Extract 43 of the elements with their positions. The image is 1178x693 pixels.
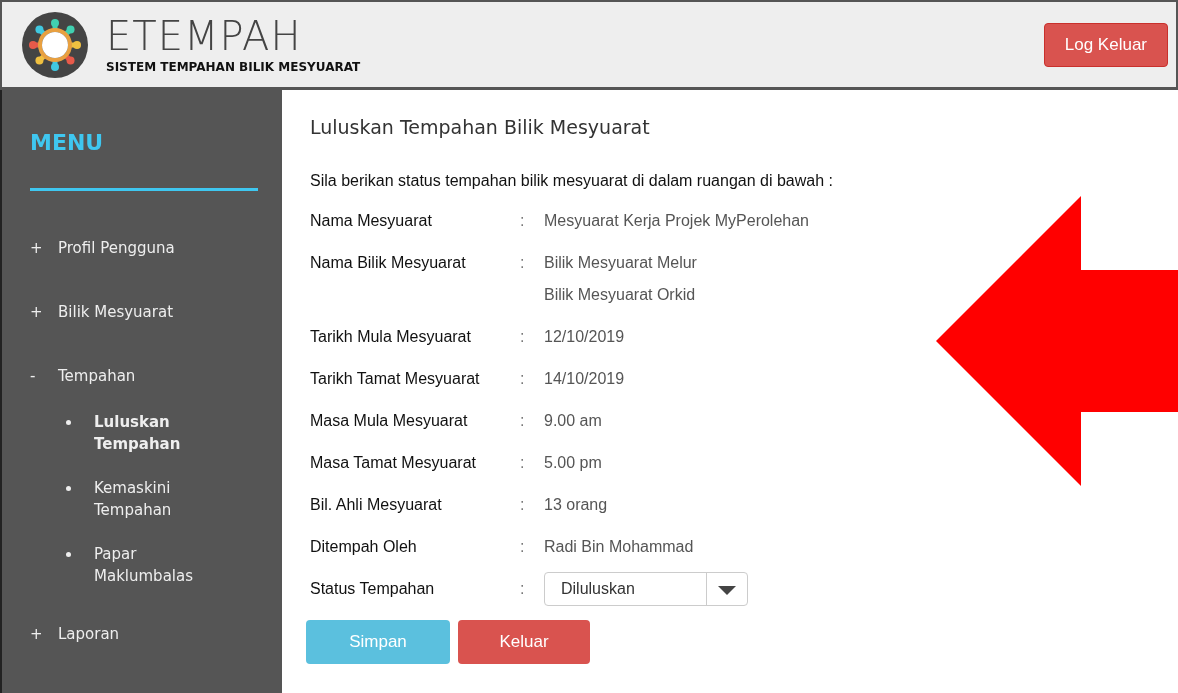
field-value: Bilik Mesyuarat Orkid [544,286,697,304]
logo-subtitle: SISTEM TEMPAHAN BILIK MESYUARAT [106,59,362,74]
separator-text: : [520,580,526,598]
field-label: Bil. Ahli Mesyuarat [310,496,443,514]
separator-text: : [520,538,526,556]
logout-button[interactable]: Log Keluar [1043,22,1168,67]
field-label: Masa Mula Mesyuarat [310,412,469,430]
menu-item[interactable]: + Bilik Mesyuarat [30,303,260,321]
menu-item[interactable]: + Profil Pengguna [30,239,260,257]
submenu-item[interactable]: Papar Maklumbalas [66,543,260,587]
separator-text: : [520,254,526,273]
separator-text: : [520,328,526,346]
field-label: Nama Bilik Mesyuarat [310,254,467,273]
field-value: 12/10/2019 [544,328,626,346]
logo-title: ETEMPAH [106,15,303,56]
field-value: 14/10/2019 [544,370,626,388]
field-value: Bilik Mesyuarat Melur [544,254,698,272]
instruction-text: Sila berikan status tempahan bilik mesyuarat di dalam ruangan di bawah : [310,172,834,190]
field-value: 9.00 am [544,412,603,430]
submenu-item[interactable]: Luluskan Tempahan [66,411,260,455]
separator-text: : [520,412,526,430]
field-label: Nama Mesyuarat [310,212,433,230]
field-label: Tarikh Mula Mesyuarat [310,328,472,346]
status-dropdown[interactable]: Diluluskan [544,572,748,606]
menu-item[interactable]: + Laporan [30,625,260,643]
menu-title: MENU [30,130,258,191]
menu-item[interactable]: - Tempahan [30,367,260,385]
logo-icon [22,11,88,78]
field-label: Tarikh Tamat Mesyuarat [310,370,481,388]
field-value: Mesyuarat Kerja Projek MyPerolehan [544,212,810,230]
separator-text: : [520,370,526,388]
field-value: Radi Bin Mohammad [544,538,695,556]
field-label: Ditempah Oleh [310,538,418,556]
exit-button[interactable]: Keluar [458,620,590,664]
field-label: Masa Tamat Mesyuarat [310,454,477,472]
submenu-item[interactable]: Kemaskini Tempahan [66,477,260,521]
field-value: 13 orang [544,496,609,514]
separator-text: : [520,212,526,230]
separator-text: : [520,496,526,514]
page-title: Luluskan Tempahan Bilik Mesyuarat [310,116,651,138]
field-label: Status Tempahan [310,580,436,598]
separator-text: : [520,454,526,472]
field-value: 5.00 pm [544,454,603,472]
